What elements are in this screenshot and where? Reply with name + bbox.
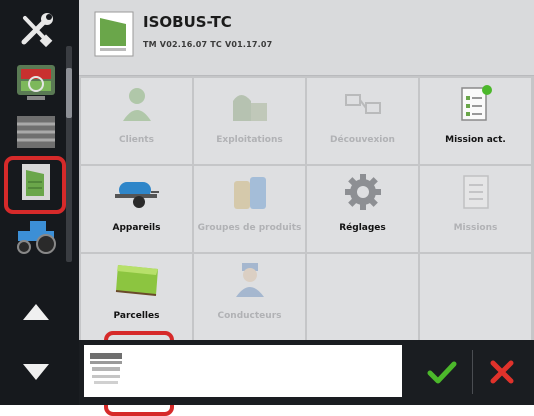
bottom-bar <box>79 340 534 405</box>
active-mission-icon <box>460 85 492 121</box>
tile-product-groups[interactable]: Groupes de produits <box>194 166 305 252</box>
client-icon <box>122 88 151 121</box>
tile-label: Mission act. <box>445 135 506 145</box>
tile-label: Groupes de produits <box>197 223 302 233</box>
app-title: ISOBUS-TC <box>143 13 232 31</box>
tile-label: Réglages <box>339 223 386 233</box>
tile-parcelles[interactable]: Parcelles <box>81 254 192 340</box>
tile-reglages[interactable]: Réglages <box>307 166 418 252</box>
tile-exploitations[interactable]: Exploitations <box>194 78 305 164</box>
tractor-icon <box>17 221 56 254</box>
tractor-terminal-icon <box>17 65 55 100</box>
sidebar-highlight-ring <box>4 156 66 214</box>
nav-up-button[interactable] <box>10 290 62 334</box>
sidebar-item-tools[interactable] <box>10 8 62 52</box>
tile-connection[interactable]: Découvexion <box>307 78 418 164</box>
sprayer-icon <box>114 182 159 208</box>
farm-icon <box>232 95 267 121</box>
app-version: TM V02.16.07 TC V01.17.07 <box>143 40 273 49</box>
tile-label: Missions <box>453 223 498 233</box>
tile-label: Parcelles <box>113 311 160 321</box>
sidebar-scroll-thumb[interactable] <box>66 68 72 118</box>
menu-grid: Clients Exploitations Découvexion Missio… <box>79 76 534 416</box>
gear-icon <box>344 174 381 210</box>
field-icon <box>115 265 158 296</box>
sidebar-item-terminal[interactable] <box>10 60 62 104</box>
cancel-button[interactable] <box>479 348 525 396</box>
tile-label: Découvexion <box>330 135 395 145</box>
tile-label: Appareils <box>112 223 161 233</box>
tile-clients[interactable]: Clients <box>81 78 192 164</box>
connection-icon <box>344 94 381 114</box>
status-box <box>84 345 402 397</box>
nav-down-button[interactable] <box>10 350 62 394</box>
tile-empty <box>307 254 418 340</box>
bottom-divider <box>472 350 473 394</box>
arrow-down-icon <box>23 364 49 380</box>
tile-appareils[interactable]: Appareils <box>81 166 192 252</box>
app-header: ISOBUS-TC TM V02.16.07 TC V01.17.07 <box>79 0 534 76</box>
wrench-screwdriver-icon <box>21 13 53 48</box>
tile-active-mission[interactable]: Mission act. <box>420 78 531 164</box>
sidebar <box>0 0 79 405</box>
close-icon <box>490 360 514 384</box>
implement-status-icon <box>90 353 122 384</box>
driver-icon <box>235 263 264 297</box>
tile-label: Clients <box>119 135 154 145</box>
product-groups-icon <box>233 177 266 209</box>
tile-conducteurs[interactable]: Conducteurs <box>194 254 305 340</box>
sidebar-item-implement[interactable] <box>10 110 62 154</box>
checkmark-icon <box>427 361 457 384</box>
sidebar-item-tractor[interactable] <box>10 214 62 258</box>
tile-label: Conducteurs <box>217 311 282 321</box>
tile-label: Exploitations <box>216 135 283 145</box>
missions-icon <box>462 175 489 209</box>
confirm-button[interactable] <box>419 348 465 396</box>
tile-missions[interactable]: Missions <box>420 166 531 252</box>
arrow-up-icon <box>23 304 49 320</box>
tile-empty <box>420 254 531 340</box>
sidebar-scrollbar[interactable] <box>66 46 72 262</box>
implement-icon <box>17 116 55 148</box>
isobus-tc-app-icon <box>94 11 134 57</box>
